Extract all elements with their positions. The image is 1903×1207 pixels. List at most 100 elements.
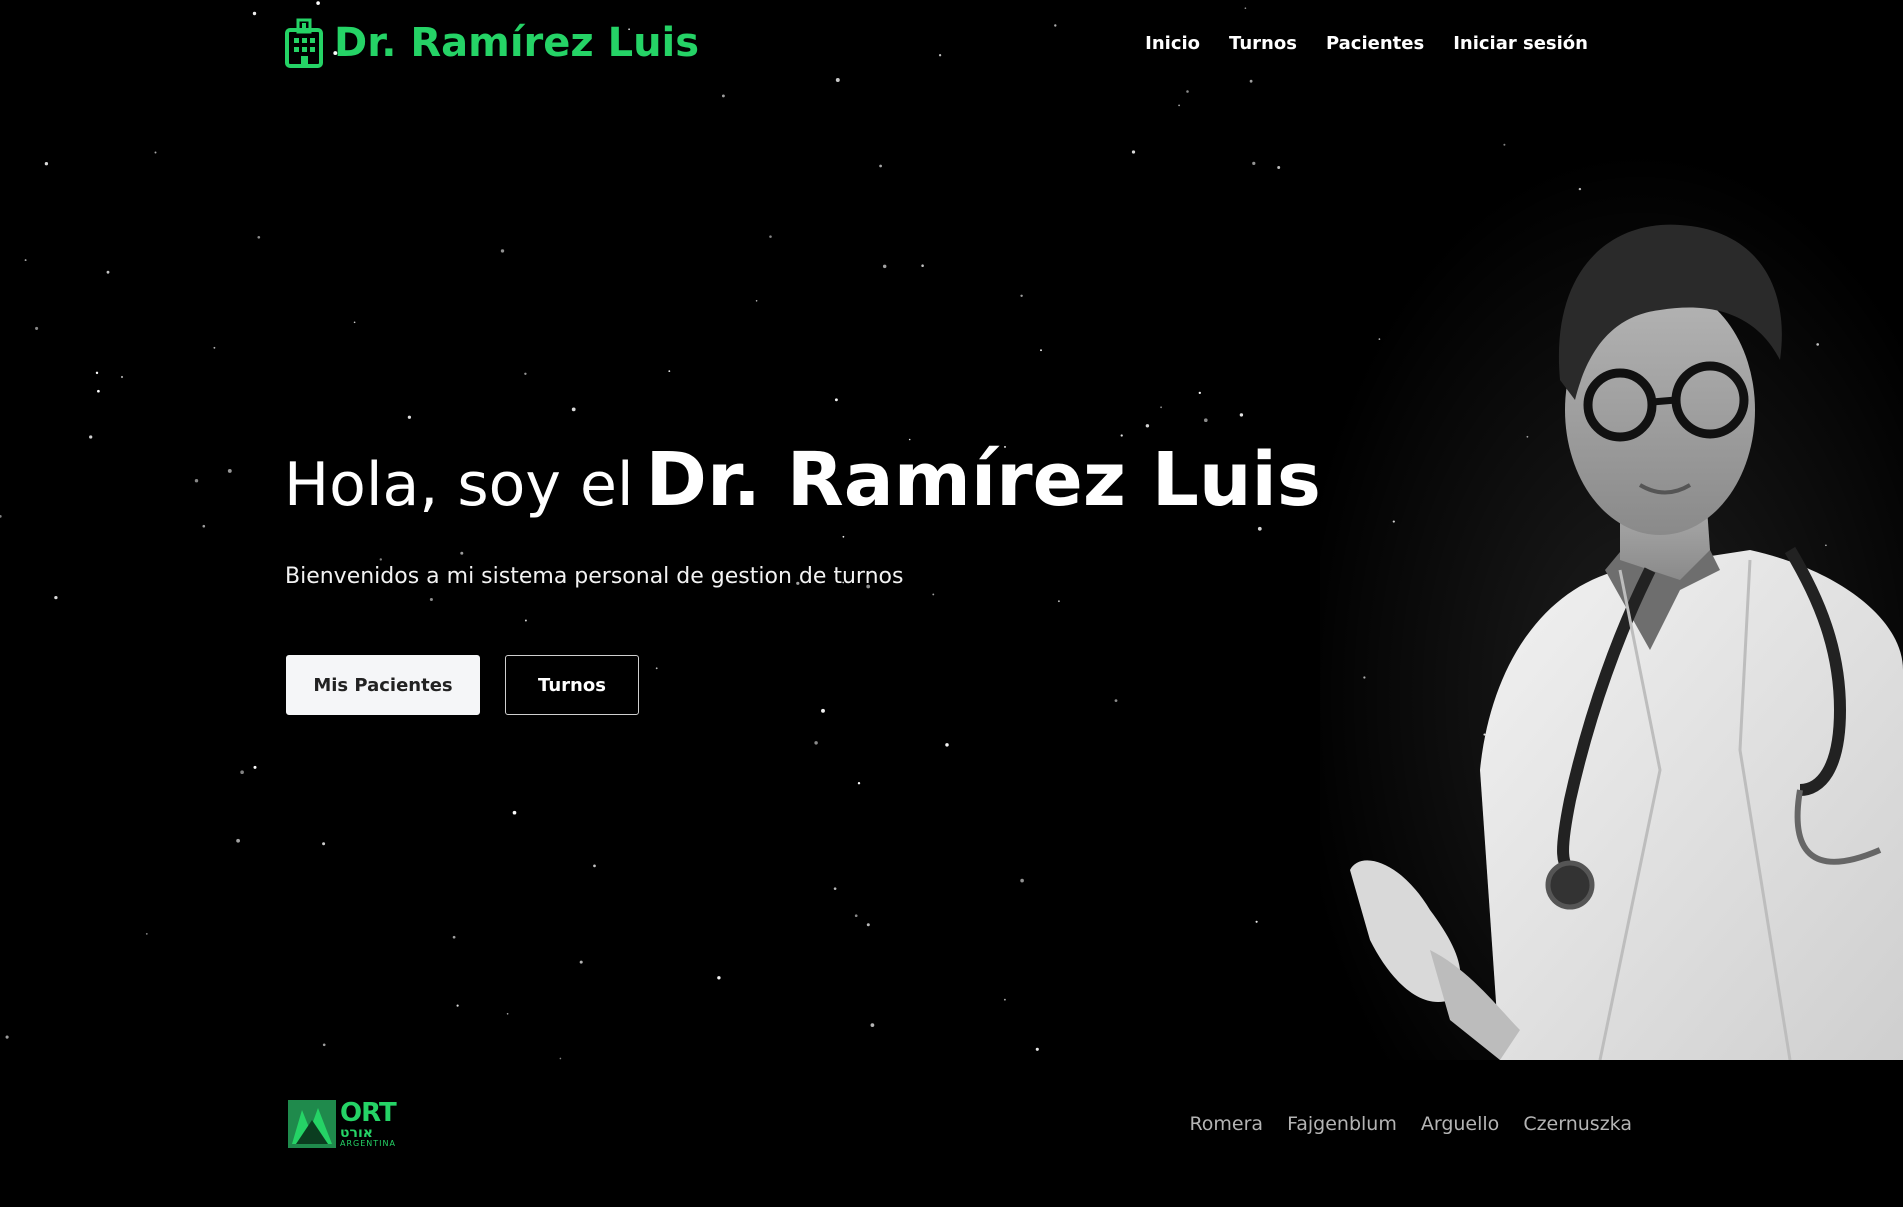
- brand-name: Dr. Ramírez Luis: [334, 20, 700, 66]
- star: [1020, 878, 1024, 883]
- star: [194, 478, 199, 483]
- star: [154, 151, 157, 154]
- hero-subtitle: Bienvenidos a mi sistema personal de ges…: [285, 564, 904, 589]
- star: [921, 264, 924, 267]
- hero-title: Hola, soy el Dr. Ramírez Luis: [284, 437, 1321, 523]
- nav-item-pacientes[interactable]: Pacientes: [1326, 33, 1424, 54]
- star: [1178, 104, 1181, 107]
- star: [524, 619, 527, 622]
- star: [460, 551, 464, 555]
- star: [857, 781, 861, 785]
- star: [1249, 79, 1253, 83]
- star: [379, 558, 382, 561]
- star: [769, 235, 772, 238]
- star: [106, 270, 110, 274]
- footer-author: Fajgenblum: [1287, 1113, 1397, 1135]
- doctor-portrait: [1320, 150, 1903, 1060]
- star: [452, 935, 456, 939]
- ort-logo-hebrew: אורט: [340, 1125, 373, 1141]
- star: [5, 1035, 9, 1039]
- nav-item-iniciar-sesion[interactable]: Iniciar sesión: [1453, 33, 1588, 54]
- star: [870, 1023, 875, 1027]
- star: [1255, 920, 1258, 923]
- star: [882, 264, 887, 269]
- star: [227, 468, 232, 473]
- star: [524, 372, 527, 375]
- nav-item-turnos[interactable]: Turnos: [1229, 33, 1297, 54]
- star: [236, 838, 240, 843]
- star: [721, 94, 725, 98]
- star: [835, 78, 840, 82]
- star: [571, 407, 576, 412]
- star: [97, 389, 100, 393]
- star: [407, 415, 412, 419]
- star: [89, 435, 93, 439]
- star: [1114, 699, 1118, 702]
- hero-name: Dr. Ramírez Luis: [645, 437, 1321, 523]
- ort-logo-mark: [288, 1100, 336, 1148]
- star: [456, 1004, 459, 1007]
- star: [932, 593, 935, 596]
- star: [1252, 161, 1256, 166]
- star: [1203, 418, 1208, 423]
- star: [821, 708, 825, 713]
- star: [44, 162, 49, 166]
- brand-link[interactable]: Dr. Ramírez Luis: [284, 18, 699, 68]
- star: [1003, 998, 1006, 1001]
- star: [1131, 150, 1136, 154]
- star: [1277, 166, 1281, 169]
- star: [316, 1, 320, 5]
- star: [866, 923, 870, 927]
- star: [95, 371, 99, 375]
- star: [938, 54, 942, 57]
- star: [213, 346, 216, 349]
- star: [1054, 24, 1057, 27]
- hero-greeting: Hola, soy el: [284, 450, 634, 520]
- star: [24, 259, 27, 262]
- star: [54, 595, 58, 600]
- star: [0, 515, 2, 518]
- star: [655, 667, 658, 670]
- star: [252, 11, 257, 16]
- star: [814, 741, 818, 745]
- star: [353, 321, 356, 324]
- star: [593, 864, 596, 868]
- ort-logo[interactable]: ORT אורט ARGENTINA: [288, 1098, 404, 1150]
- ort-logo-big: ORT: [340, 1098, 397, 1128]
- footer-author: Romera: [1189, 1113, 1264, 1135]
- hospital-icon: [285, 18, 323, 68]
- footer-authors: Romera Fajgenblum Arguello Czernuszka: [1189, 1113, 1632, 1135]
- star: [1244, 7, 1247, 10]
- star: [1145, 424, 1150, 428]
- star: [1257, 526, 1262, 531]
- star: [879, 164, 882, 168]
- star: [1057, 600, 1060, 603]
- star: [120, 375, 124, 379]
- star: [257, 235, 261, 239]
- star: [429, 597, 433, 602]
- star: [559, 1057, 562, 1060]
- star: [322, 1043, 326, 1047]
- star: [500, 249, 505, 253]
- star: [717, 976, 721, 980]
- star: [1040, 349, 1042, 352]
- ort-logo-country: ARGENTINA: [340, 1139, 396, 1148]
- star: [834, 398, 838, 402]
- star: [1186, 90, 1189, 93]
- star: [1198, 391, 1201, 395]
- star: [512, 810, 517, 815]
- star: [202, 524, 206, 528]
- footer-author: Arguello: [1420, 1113, 1500, 1135]
- star: [145, 933, 148, 935]
- nav-item-inicio[interactable]: Inicio: [1145, 33, 1200, 54]
- star: [579, 960, 583, 964]
- star: [1035, 1047, 1039, 1051]
- star: [253, 765, 257, 769]
- ort-logo-text: ORT אורט ARGENTINA: [340, 1098, 397, 1148]
- star: [854, 914, 858, 918]
- turnos-button[interactable]: Turnos: [505, 655, 639, 715]
- star: [842, 535, 845, 538]
- star: [1239, 413, 1244, 417]
- page: Dr. Ramírez Luis Inicio Turnos Pacientes…: [0, 0, 1903, 1207]
- mis-pacientes-button[interactable]: Mis Pacientes: [286, 655, 480, 715]
